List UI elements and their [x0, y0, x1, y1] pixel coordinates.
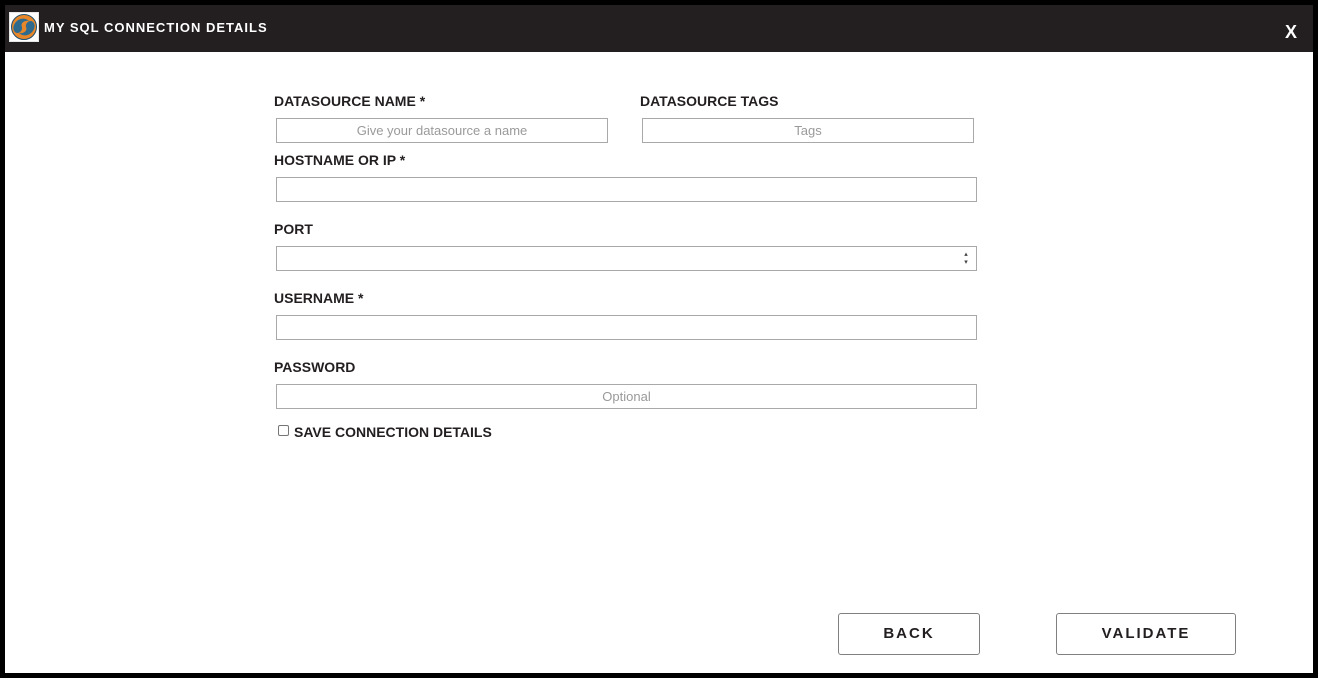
username-label: USERNAME *: [274, 290, 364, 306]
close-icon[interactable]: X: [1285, 22, 1297, 42]
port-stepper-icon[interactable]: ▴ ▾: [960, 251, 972, 271]
port-input[interactable]: [276, 246, 977, 271]
password-label: PASSWORD: [274, 359, 356, 375]
mysql-logo-icon: [9, 12, 39, 42]
save-connection-checkbox[interactable]: [278, 425, 289, 436]
username-input[interactable]: [276, 315, 977, 340]
port-label: PORT: [274, 221, 313, 237]
datasource-tags-label: DATASOURCE TAGS: [640, 93, 779, 109]
password-input[interactable]: [276, 384, 977, 409]
hostname-input[interactable]: [276, 177, 977, 202]
datasource-name-label: DATASOURCE NAME *: [274, 93, 426, 109]
connection-dialog: MY SQL CONNECTION DETAILS X DATASOURCE N…: [5, 5, 1313, 673]
datasource-tags-input[interactable]: [642, 118, 974, 143]
window-title: MY SQL CONNECTION DETAILS: [44, 20, 268, 35]
back-button[interactable]: BACK: [838, 613, 980, 655]
title-bar: MY SQL CONNECTION DETAILS X: [5, 5, 1313, 52]
datasource-name-input[interactable]: [276, 118, 608, 143]
save-connection-label[interactable]: SAVE CONNECTION DETAILS: [294, 423, 492, 441]
validate-button[interactable]: VALIDATE: [1056, 613, 1236, 655]
hostname-label: HOSTNAME OR IP *: [274, 152, 406, 168]
